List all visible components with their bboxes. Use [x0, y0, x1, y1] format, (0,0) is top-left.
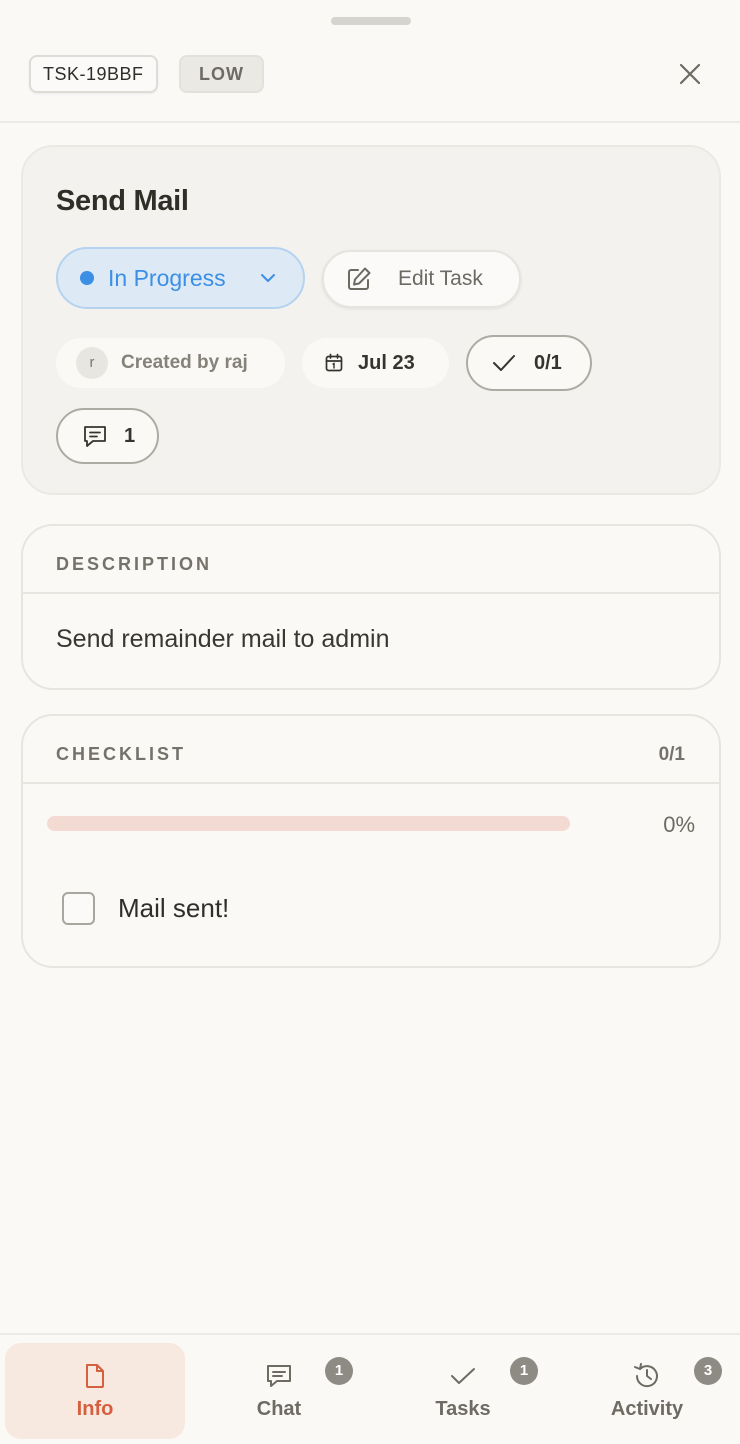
comment-icon [84, 426, 106, 447]
creator-chip: r Created by raj [56, 338, 285, 388]
created-by-label: Created by raj [121, 352, 248, 373]
comments-chip[interactable]: 1 [56, 408, 159, 464]
priority-badge: LOW [179, 55, 264, 93]
tab-chat-label: Chat [256, 1397, 302, 1420]
bottom-tab-bar: Info Chat 1 Tasks 1 Activity 3 [0, 1333, 740, 1444]
checklist-count: 0/1 [658, 744, 685, 765]
description-heading: DESCRIPTION [56, 554, 213, 574]
check-icon [451, 1367, 475, 1384]
task-id-chip[interactable]: TSK-19BBF [29, 55, 158, 93]
comments-count: 1 [124, 424, 136, 447]
checklist-item-label: Mail sent! [118, 893, 230, 923]
checklist-item-checkbox[interactable] [62, 892, 95, 925]
chat-badge: 1 [325, 1357, 353, 1385]
tab-tasks-label: Tasks [435, 1397, 491, 1420]
description-header: DESCRIPTION [23, 526, 719, 594]
checklist-header: CHECKLIST 0/1 [23, 716, 719, 784]
checklist-summary-chip[interactable]: 0/1 [466, 335, 592, 391]
history-icon [634, 1362, 658, 1387]
due-date-label: Jul 23 [358, 351, 415, 374]
tasks-badge: 1 [510, 1357, 538, 1385]
tab-info-label: Info [76, 1397, 114, 1420]
tab-activity-label: Activity [610, 1397, 684, 1420]
chevron-down-icon [261, 274, 275, 282]
check-icon [493, 355, 515, 371]
edit-task-button[interactable]: Edit Task [322, 250, 521, 308]
status-label: In Progress [108, 264, 226, 291]
tab-info[interactable]: Info [5, 1343, 185, 1439]
task-title: Send Mail [56, 185, 189, 217]
edit-task-label: Edit Task [398, 267, 483, 290]
checklist-progress-bar [47, 816, 570, 831]
task-summary-card: Send Mail In Progress Edit Task r Create… [21, 145, 721, 495]
checklist-summary-label: 0/1 [534, 351, 562, 374]
description-text: Send remainder mail to admin [56, 625, 390, 653]
close-icon [679, 63, 701, 85]
checklist-item[interactable]: Mail sent! [62, 892, 229, 925]
status-dot-icon [80, 271, 94, 285]
checklist-progress-label: 0% [663, 812, 695, 837]
close-button[interactable] [672, 56, 708, 92]
drag-handle[interactable] [331, 17, 411, 25]
calendar-icon [325, 353, 343, 372]
status-dropdown[interactable]: In Progress [56, 247, 305, 309]
activity-badge: 3 [694, 1357, 722, 1385]
pencil-edit-icon [348, 267, 371, 290]
due-date-chip[interactable]: Jul 23 [302, 338, 449, 388]
document-icon [86, 1363, 104, 1388]
checklist-card: CHECKLIST 0/1 0% Mail sent! [21, 714, 721, 968]
header-bar: TSK-19BBF LOW [0, 40, 740, 123]
chat-icon [267, 1364, 291, 1387]
checklist-heading: CHECKLIST [56, 744, 186, 764]
description-card: DESCRIPTION Send remainder mail to admin [21, 524, 721, 690]
avatar: r [76, 347, 108, 379]
